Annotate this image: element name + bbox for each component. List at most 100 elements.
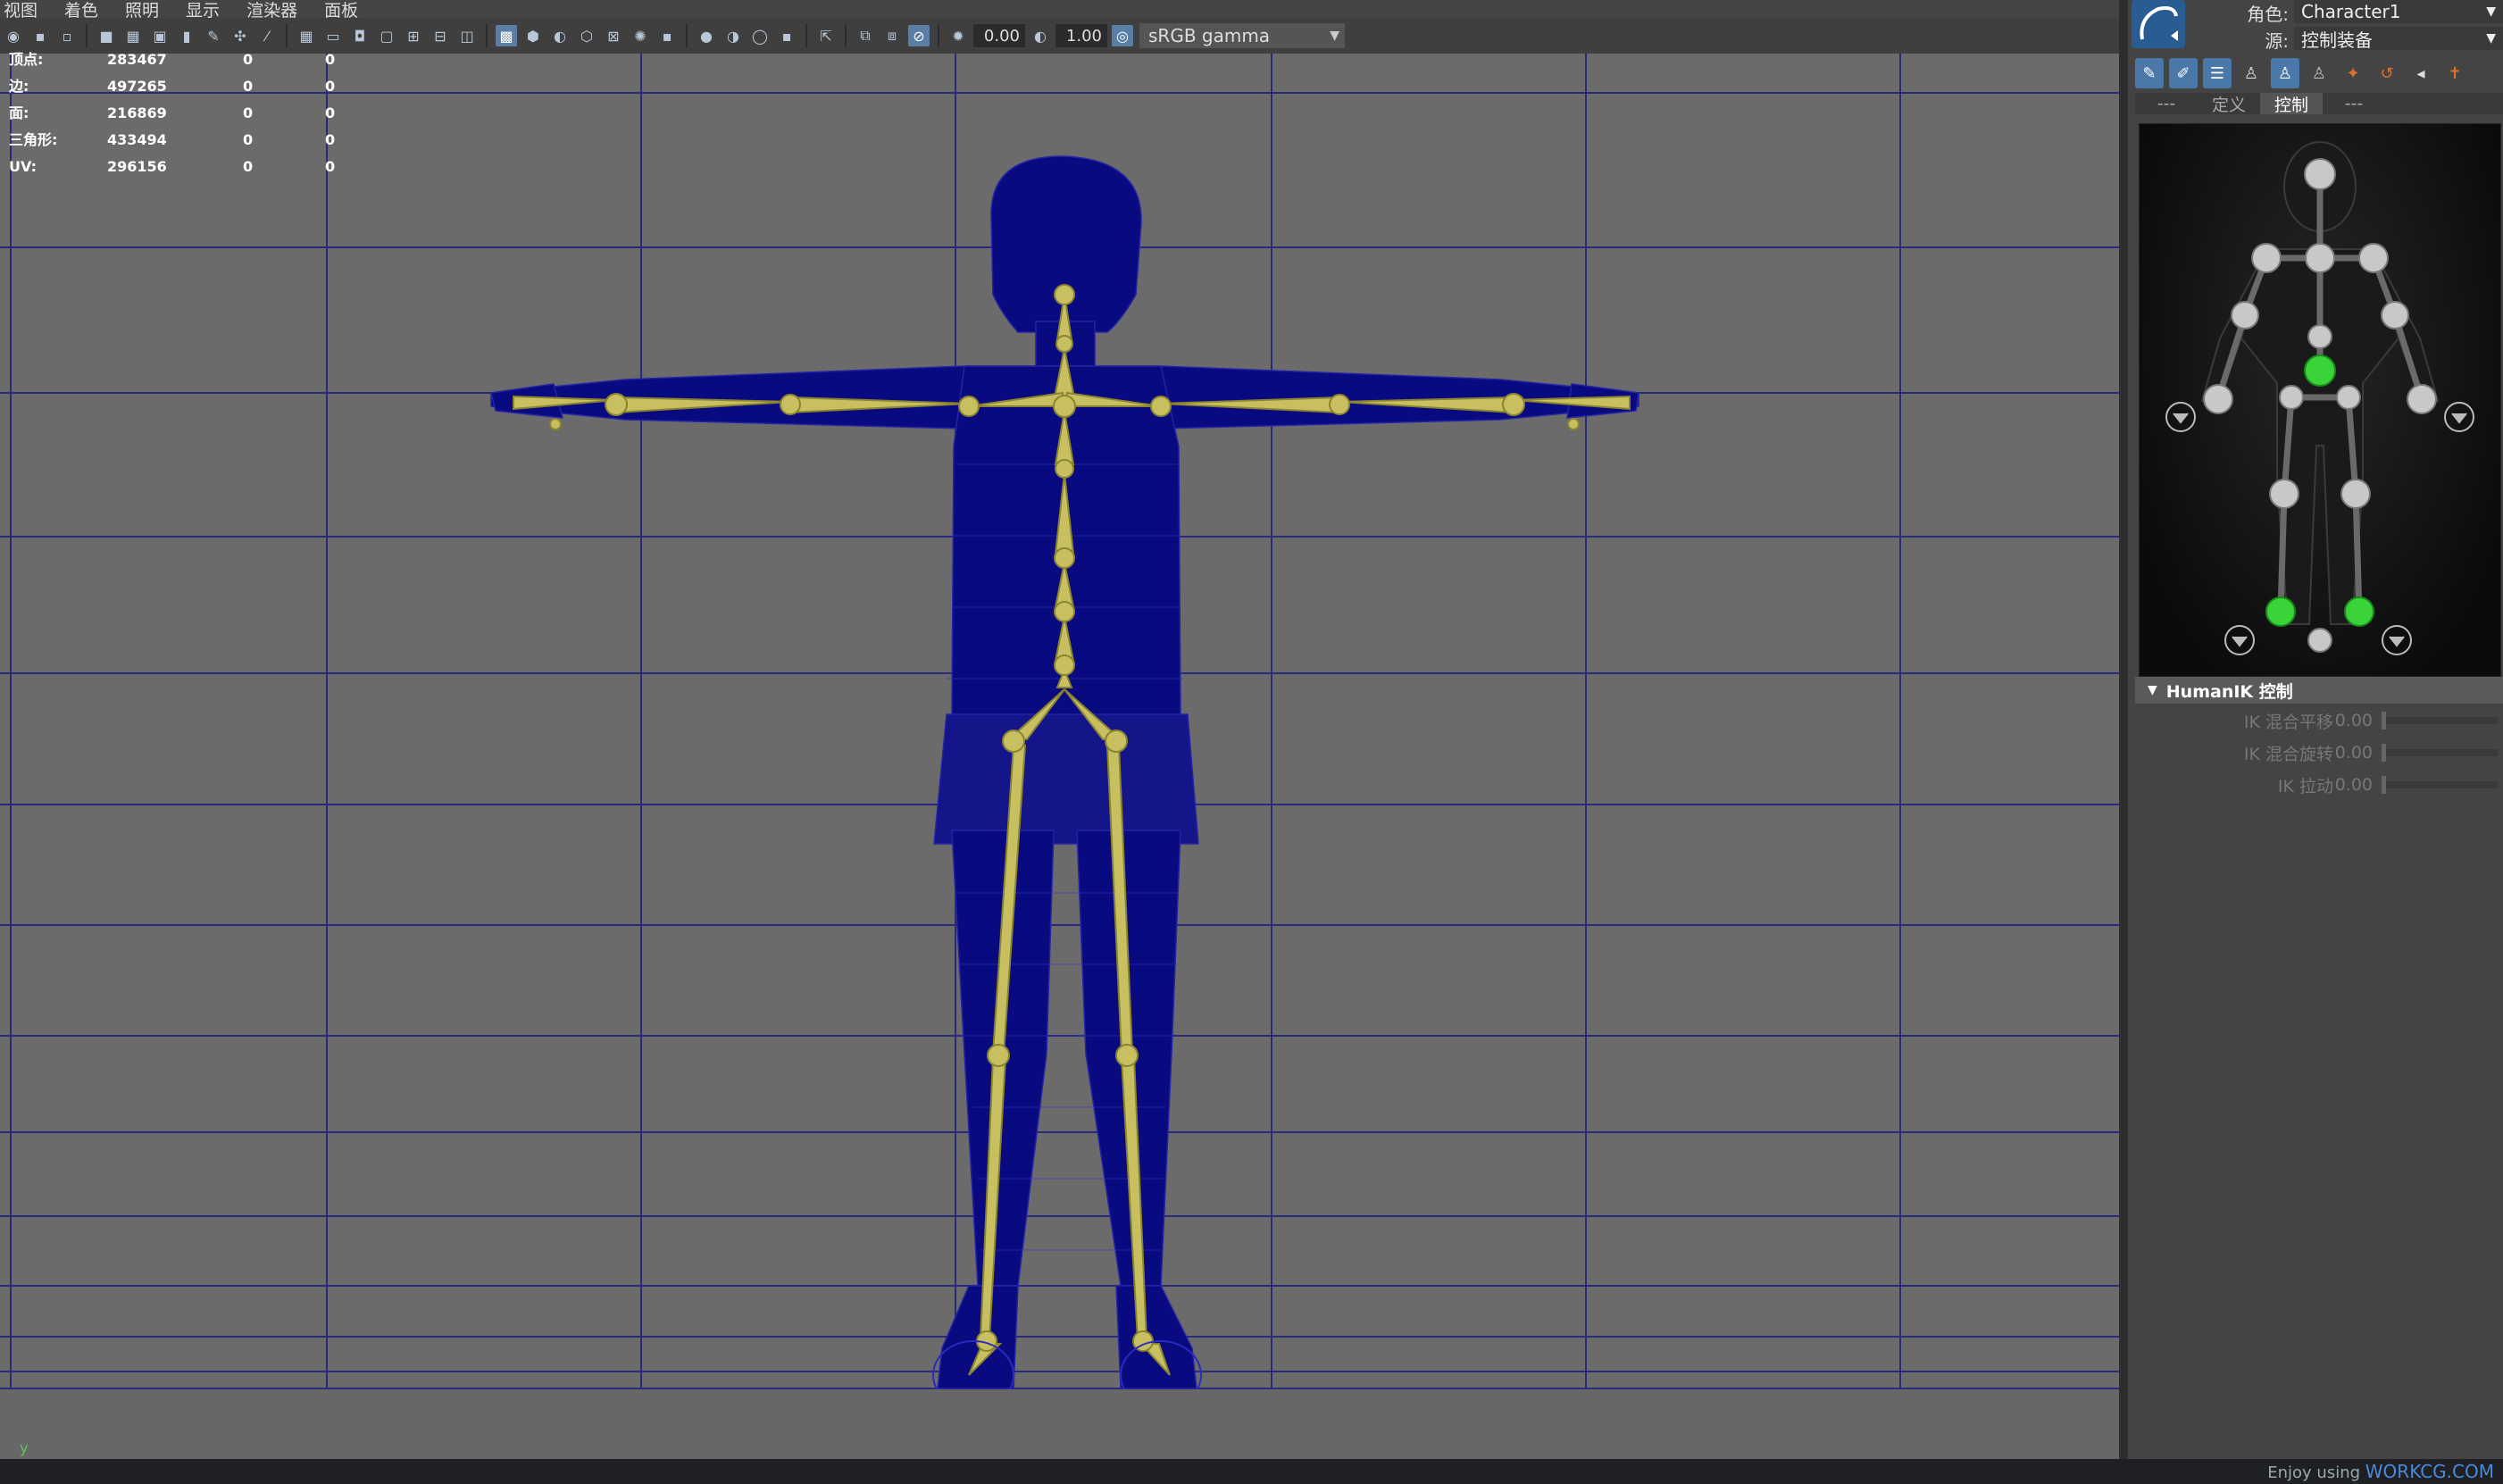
watermark: Enjoy using WORKCG.COM	[2267, 1461, 2494, 1482]
scene-canvas[interactable]	[0, 54, 2119, 1393]
depth-of-field-icon[interactable]: ▪	[776, 25, 797, 46]
snap-icon[interactable]: ✣	[229, 25, 251, 46]
tab-placeholder-2[interactable]: ---	[2323, 93, 2385, 114]
pin-icon[interactable]: ♙	[2305, 58, 2333, 88]
pin-rotation-icon[interactable]: ↺	[2373, 58, 2401, 88]
ik-blend-translate-slider[interactable]	[2382, 712, 2498, 729]
camera-attributes-icon[interactable]: ▪	[29, 25, 51, 46]
hud-row-faces: 面: 216869 0 0	[9, 100, 335, 127]
panel-splitter[interactable]	[2119, 0, 2128, 1459]
right-shoulder-effector	[2358, 243, 2389, 273]
tab-controls[interactable]: 控制	[2260, 93, 2323, 115]
film-gate-icon[interactable]: ▭	[322, 25, 344, 46]
hud-label: 顶点:	[9, 51, 44, 68]
anti-alias-icon[interactable]: ◯	[749, 25, 771, 46]
pin-translation-icon[interactable]: ✦	[2339, 58, 2367, 88]
gamma-value[interactable]: 1.00	[1055, 24, 1107, 47]
rig-bones	[2215, 174, 2425, 615]
character-label: 角色:	[2247, 4, 2289, 25]
full-body-icon[interactable]: ✐	[2169, 58, 2198, 88]
gamma-icon[interactable]: ◐	[1030, 25, 1051, 46]
selection-mode-icon[interactable]: ♙	[2271, 58, 2299, 88]
slider-value[interactable]: 0.00	[2333, 711, 2373, 730]
lights-icon[interactable]: ✺	[630, 25, 651, 46]
edit-pin-icon[interactable]: ✎	[2135, 58, 2164, 88]
viewport-panel[interactable]: 视图 着色 照明 显示 渲染器 面板 ◉ ▪ ▫ ■ ▦ ▣ ▮ ✎ ✣ ⁄ ▦…	[0, 0, 2119, 1459]
left-knee-effector	[2269, 479, 2299, 509]
body-part-icon[interactable]: ☰	[2203, 58, 2232, 88]
smooth-shade-icon[interactable]: ⬢	[522, 25, 544, 46]
ik-pull-slider[interactable]	[2382, 776, 2498, 794]
shadows-icon[interactable]: ▪	[656, 25, 678, 46]
source-value: 控制装备	[2301, 29, 2373, 51]
exposure-icon[interactable]: ✹	[947, 25, 969, 46]
tab-placeholder-1[interactable]: ---	[2135, 93, 2198, 114]
humanik-toolbar: ✎ ✐ ☰ ♙ ♙ ♙ ✦ ↺ ◂ ✝	[2135, 55, 2474, 91]
xray-joints-icon[interactable]: ⧉	[855, 25, 876, 46]
2d-pan-zoom-icon[interactable]: ▣	[149, 25, 171, 46]
ik-blend-rotate-slider[interactable]	[2382, 744, 2498, 762]
gate-mask-icon[interactable]: ▢	[376, 25, 397, 46]
color-management-icon[interactable]: ◎	[1112, 25, 1133, 46]
view-transform-dropdown[interactable]: sRGB gamma ▼	[1139, 23, 1345, 48]
slider-value[interactable]: 0.00	[2333, 775, 2373, 795]
safe-title-icon[interactable]: ◫	[456, 25, 478, 46]
xray-icon[interactable]: ⊠	[603, 25, 624, 46]
character-dropdown[interactable]: Character1 ▼	[2294, 0, 2503, 23]
camera-icon[interactable]: ■	[96, 25, 117, 46]
resolution-gate-icon[interactable]: ◘	[349, 25, 371, 46]
motion-blur-icon[interactable]: ◑	[722, 25, 744, 46]
hud-value-3: 0	[325, 131, 336, 148]
xray-active-icon[interactable]: ⧈	[881, 25, 903, 46]
watermark-site: WORKCG.COM	[2365, 1461, 2494, 1482]
view-transform-value: sRGB gamma	[1148, 25, 1271, 46]
exposure-value[interactable]: 0.00	[973, 24, 1025, 47]
source-dropdown[interactable]: 控制装备 ▼	[2294, 27, 2503, 51]
tab-definition[interactable]: 定义	[2198, 93, 2260, 115]
hud-value-2: 0	[243, 158, 254, 175]
chevron-down-icon: ▼	[2486, 4, 2496, 19]
select-effector-icon[interactable]: ♙	[2237, 58, 2265, 88]
spine-effector	[2307, 324, 2332, 349]
wireframe-icon[interactable]: ▩	[496, 25, 517, 46]
humanik-controls-section-header[interactable]: ▼ HumanIK 控制	[2135, 677, 2503, 704]
hud-value: 283467	[107, 51, 167, 68]
hud-value-2: 0	[243, 78, 254, 95]
toolbar-divider	[286, 24, 288, 47]
select-camera-icon[interactable]: ◉	[3, 25, 24, 46]
safe-action-icon[interactable]: ⊟	[430, 25, 451, 46]
textured-icon[interactable]: ⬡	[576, 25, 597, 46]
hud-value-3: 0	[325, 104, 336, 121]
bookmark-2-icon[interactable]: ▮	[176, 25, 197, 46]
image-plane-icon[interactable]: ▦	[122, 25, 144, 46]
field-chart-icon[interactable]: ⊞	[403, 25, 424, 46]
left-ankle-effector	[2265, 596, 2296, 627]
humanik-character-map[interactable]	[2139, 123, 2501, 677]
slider-label: IK 拉动	[2277, 776, 2333, 796]
slider-label: IK 混合旋转	[2243, 744, 2333, 764]
release-pin-icon[interactable]: ◂	[2407, 58, 2435, 88]
slider-label: IK 混合平移	[2243, 712, 2333, 732]
humanik-tabs: --- 定义 控制 ---	[2135, 93, 2503, 115]
left-shoulder-effector	[2251, 243, 2282, 273]
hud-label: 边:	[9, 78, 29, 95]
right-ankle-effector	[2344, 596, 2374, 627]
axis-indicator: y	[20, 1439, 29, 1456]
stance-pose-icon[interactable]: ✝	[2440, 58, 2469, 88]
hud-value: 433494	[107, 131, 167, 148]
hud-value-2: 0	[243, 51, 254, 68]
left-elbow-effector	[2231, 301, 2259, 329]
isolate-select-icon[interactable]: ⇱	[815, 25, 837, 46]
hud-value-3: 0	[325, 51, 336, 68]
viewport-floor-area	[0, 1389, 2119, 1459]
brush-icon[interactable]: ⁄	[256, 25, 278, 46]
grid-icon[interactable]: ▦	[296, 25, 317, 46]
slider-value[interactable]: 0.00	[2333, 743, 2373, 763]
default-material-icon[interactable]: ◐	[549, 25, 571, 46]
ambient-occlusion-icon[interactable]: ●	[696, 25, 717, 46]
hud-label: 三角形:	[9, 131, 58, 148]
grease-pencil-icon[interactable]: ✎	[203, 25, 224, 46]
bookmark-icon[interactable]: ▫	[56, 25, 78, 46]
backface-culling-icon[interactable]: ⊘	[908, 25, 930, 46]
hud-value-3: 0	[325, 78, 336, 95]
